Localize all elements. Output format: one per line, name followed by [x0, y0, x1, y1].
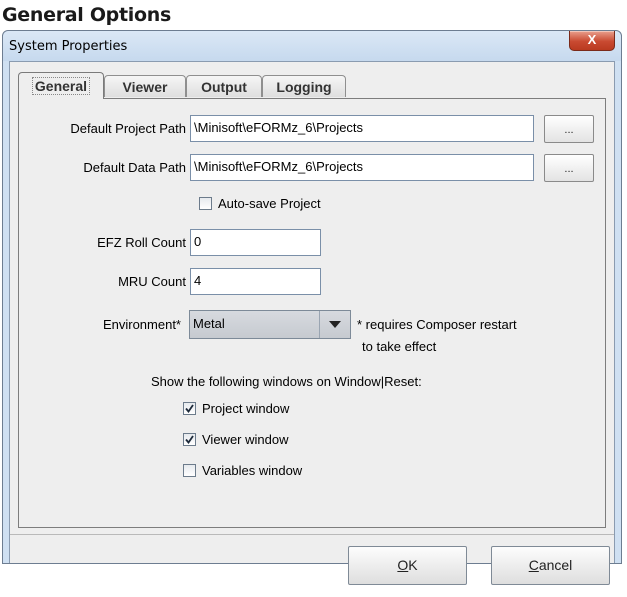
- project-path-browse-button[interactable]: ...: [544, 115, 594, 143]
- data-path-browse-button[interactable]: ...: [544, 154, 594, 182]
- chevron-down-icon[interactable]: [319, 311, 350, 338]
- variables-window-label: Variables window: [202, 463, 303, 478]
- tab-general[interactable]: General: [18, 72, 104, 99]
- environment-note-line1: * requires Composer restart: [357, 317, 517, 332]
- cancel-button[interactable]: Cancel: [491, 546, 610, 585]
- cancel-mnemonic: C: [528, 557, 539, 573]
- roll-count-label: EFZ Roll Count: [97, 235, 186, 250]
- tab-logging[interactable]: Logging: [262, 75, 346, 97]
- title-bar[interactable]: System Properties X: [3, 31, 621, 61]
- cancel-label-rest: ancel: [538, 557, 573, 573]
- close-button[interactable]: X: [569, 31, 615, 51]
- window-title: System Properties: [9, 39, 128, 54]
- autosave-label: Auto-save Project: [218, 196, 321, 211]
- environment-dropdown[interactable]: Metal: [189, 310, 351, 339]
- ok-label-rest: K: [408, 557, 418, 573]
- project-path-field[interactable]: \Minisoft\eFORMz_6\Projects: [190, 115, 534, 142]
- variables-window-option[interactable]: Variables window: [183, 463, 302, 478]
- dialog-client-area: General Viewer Output Logging Default Pr…: [9, 61, 615, 585]
- project-window-label: Project window: [202, 401, 290, 416]
- mru-count-field[interactable]: 4: [190, 268, 321, 295]
- data-path-field[interactable]: \Minisoft\eFORMz_6\Projects: [190, 154, 534, 181]
- variables-window-checkbox[interactable]: [183, 464, 196, 477]
- checkmark-icon: [185, 404, 194, 413]
- page-heading: General Options: [2, 4, 171, 26]
- dialog-footer: OK Cancel: [10, 534, 614, 597]
- autosave-checkbox[interactable]: [199, 197, 212, 210]
- ok-button[interactable]: OK: [348, 546, 467, 585]
- system-properties-dialog: System Properties X General Viewer Outpu…: [2, 30, 622, 585]
- project-path-label: Default Project Path: [70, 121, 186, 136]
- roll-count-field[interactable]: 0: [190, 229, 321, 256]
- viewer-window-label: Viewer window: [202, 432, 289, 447]
- show-windows-heading: Show the following windows on Window|Res…: [151, 374, 422, 389]
- project-window-option[interactable]: Project window: [183, 401, 289, 416]
- data-path-label: Default Data Path: [83, 160, 186, 175]
- tab-output-label: Output: [201, 78, 247, 95]
- mru-count-label: MRU Count: [118, 274, 186, 289]
- tab-viewer[interactable]: Viewer: [104, 75, 186, 97]
- autosave-option[interactable]: Auto-save Project: [199, 196, 321, 211]
- environment-label: Environment*: [102, 317, 181, 332]
- environment-value: Metal: [193, 316, 225, 331]
- project-window-checkbox[interactable]: [183, 402, 196, 415]
- tab-output[interactable]: Output: [186, 75, 262, 97]
- environment-note-line2: to take effect: [362, 339, 437, 354]
- close-icon: X: [587, 32, 597, 47]
- viewer-window-checkbox[interactable]: [183, 433, 196, 446]
- tab-logging-label: Logging: [276, 78, 332, 95]
- ok-mnemonic: O: [397, 557, 409, 573]
- tab-general-label: General: [31, 77, 91, 95]
- general-tab-panel: Default Project Path \Minisoft\eFORMz_6\…: [18, 98, 606, 528]
- viewer-window-option[interactable]: Viewer window: [183, 432, 288, 447]
- tab-viewer-label: Viewer: [122, 78, 168, 95]
- checkmark-icon: [185, 435, 194, 444]
